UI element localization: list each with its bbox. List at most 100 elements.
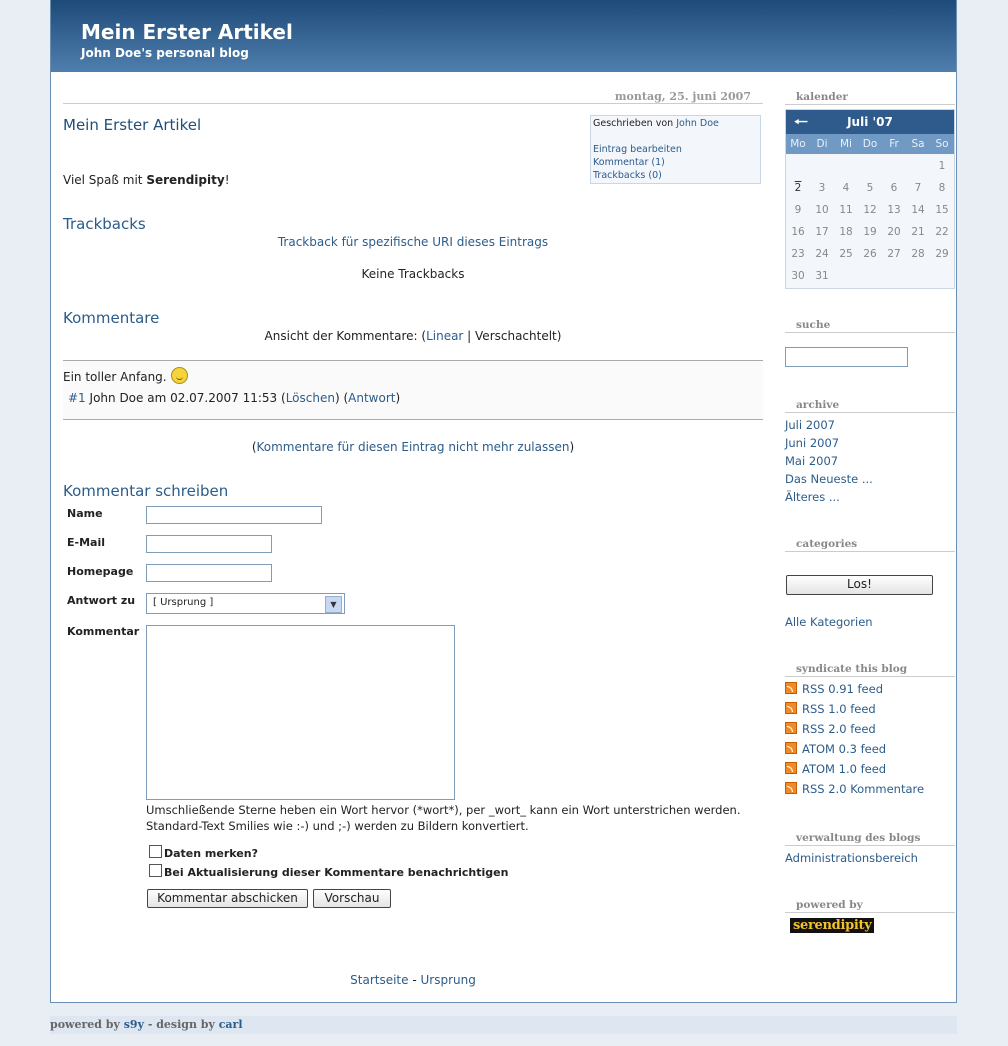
calendar-day[interactable]: 24: [810, 248, 834, 260]
feed-rss-20[interactable]: RSS 2.0 feed: [785, 722, 876, 736]
arrow-left-icon[interactable]: 🠐: [794, 110, 808, 134]
admin-area-link[interactable]: Administrationsbereich: [785, 851, 918, 865]
calendar-day[interactable]: 10: [810, 204, 834, 216]
write-comment-heading: Kommentar schreiben: [63, 482, 229, 500]
homepage-field[interactable]: [146, 564, 272, 582]
feed-atom-10[interactable]: ATOM 1.0 feed: [785, 762, 886, 776]
reply-comment-link[interactable]: Antwort: [348, 391, 395, 405]
author-link[interactable]: John Doe: [676, 118, 719, 129]
entry-meta-box: Geschrieben von John Doe Eintrag bearbei…: [590, 115, 761, 184]
archive-link-mai-2007[interactable]: Mai 2007: [785, 454, 838, 468]
serendipity-logo[interactable]: serendipity: [790, 918, 875, 933]
calendar-day[interactable]: 3: [810, 182, 834, 194]
calendar-day[interactable]: 23: [786, 248, 810, 260]
feed-rss-10[interactable]: RSS 1.0 feed: [785, 702, 876, 716]
calendar-day[interactable]: 17: [810, 226, 834, 238]
entry-title[interactable]: Mein Erster Artikel: [63, 116, 201, 134]
feed-atom-10-link[interactable]: ATOM 1.0 feed: [802, 762, 886, 776]
calendar-day[interactable]: 6: [882, 182, 906, 194]
calendar-day[interactable]: 18: [834, 226, 858, 238]
calendar-day[interactable]: 28: [906, 248, 930, 260]
reply-to-select[interactable]: [ Ursprung ] ▼: [146, 593, 345, 614]
disable-comments-link[interactable]: Kommentare für diesen Eintrag nicht mehr…: [257, 440, 570, 454]
comment-text-line: Ein toller Anfang.: [63, 367, 188, 384]
name-label: Name: [67, 507, 103, 520]
bottom-credits: powered by s9y - design by carl: [50, 1016, 957, 1034]
home-link[interactable]: Startseite: [350, 973, 408, 987]
feed-rss-comments-link[interactable]: RSS 2.0 Kommentare: [802, 782, 924, 796]
threaded-view-label: Verschachtelt: [475, 329, 557, 343]
reply-to-selected: [ Ursprung ]: [153, 597, 214, 608]
feed-rss-10-link[interactable]: RSS 1.0 feed: [802, 702, 876, 716]
calendar-day[interactable]: 22: [930, 226, 954, 238]
origin-link[interactable]: Ursprung: [420, 973, 475, 987]
s9y-link[interactable]: s9y: [124, 1018, 144, 1031]
calendar-dayname: Mi: [840, 138, 852, 150]
calendar-day[interactable]: 19: [858, 226, 882, 238]
archive-link-older[interactable]: Älteres ...: [785, 490, 840, 504]
feed-rss-091-link[interactable]: RSS 0.91 feed: [802, 682, 883, 696]
calendar-day[interactable]: 11: [834, 204, 858, 216]
site-title[interactable]: Mein Erster Artikel: [81, 20, 293, 44]
linear-view-link[interactable]: Linear: [426, 329, 463, 343]
calendar-day[interactable]: 15: [930, 204, 954, 216]
submit-comment-button[interactable]: Kommentar abschicken: [147, 889, 308, 908]
name-field[interactable]: [146, 506, 322, 524]
calendar-day[interactable]: 20: [882, 226, 906, 238]
remember-data-checkbox[interactable]: [149, 845, 162, 858]
trackback-count-link[interactable]: Trackbacks (0): [593, 170, 662, 181]
calendar-day[interactable]: 5: [858, 182, 882, 194]
feed-rss-20-link[interactable]: RSS 2.0 feed: [802, 722, 876, 736]
search-input[interactable]: [785, 347, 908, 367]
calendar-day[interactable]: 2: [786, 182, 810, 194]
calendar-day[interactable]: 21: [906, 226, 930, 238]
calendar-day[interactable]: 25: [834, 248, 858, 260]
categories-go-button[interactable]: Los!: [786, 575, 933, 595]
calendar-day[interactable]: 14: [906, 204, 930, 216]
preview-button[interactable]: Vorschau: [313, 889, 391, 908]
calendar-day[interactable]: 1: [930, 160, 954, 172]
carl-link[interactable]: carl: [219, 1018, 243, 1031]
calendar-day[interactable]: 8: [930, 182, 954, 194]
comments-heading: Kommentare: [63, 309, 160, 327]
trackback-uri-link[interactable]: Trackback für spezifische URI dieses Ein…: [278, 235, 548, 249]
delete-comment-link[interactable]: Löschen: [286, 391, 335, 405]
rss-feed-icon: [785, 762, 797, 774]
calendar-day[interactable]: 4: [834, 182, 858, 194]
archive-link-juli-2007[interactable]: Juli 2007: [785, 418, 835, 432]
feed-atom-03[interactable]: ATOM 0.3 feed: [785, 742, 886, 756]
calendar-dayname: Sa: [911, 138, 925, 150]
chevron-down-icon[interactable]: ▼: [325, 596, 342, 613]
calendar-day[interactable]: 12: [858, 204, 882, 216]
calendar-day[interactable]: 27: [882, 248, 906, 260]
written-by-label: Geschrieben von: [593, 118, 674, 129]
all-categories-link[interactable]: Alle Kategorien: [785, 615, 873, 629]
calendar-day[interactable]: 26: [858, 248, 882, 260]
calendar-day[interactable]: 31: [810, 270, 834, 282]
archive-link-newest[interactable]: Das Neueste ...: [785, 472, 873, 486]
calendar-day[interactable]: 7: [906, 182, 930, 194]
email-field[interactable]: [146, 535, 272, 553]
archive-link-juni-2007[interactable]: Juni 2007: [785, 436, 839, 450]
calendar-day[interactable]: 29: [930, 248, 954, 260]
calendar-day[interactable]: 30: [786, 270, 810, 282]
calendar-day[interactable]: 9: [786, 204, 810, 216]
feed-rss-091[interactable]: RSS 0.91 feed: [785, 682, 883, 696]
comment-view-suffix: ): [556, 329, 562, 343]
comment-count-link[interactable]: Kommentar (1): [593, 157, 665, 168]
calendar-day[interactable]: 16: [786, 226, 810, 238]
footer-separator: -: [408, 973, 421, 987]
feed-rss-comments[interactable]: RSS 2.0 Kommentare: [785, 782, 924, 796]
calendar-day[interactable]: 13: [882, 204, 906, 216]
trackbacks-heading: Trackbacks: [63, 215, 146, 233]
comment-permalink[interactable]: #1: [68, 391, 86, 405]
edit-entry-link[interactable]: Eintrag bearbeiten: [593, 144, 682, 155]
feed-atom-03-link[interactable]: ATOM 0.3 feed: [802, 742, 886, 756]
notify-checkbox[interactable]: [149, 864, 162, 877]
comment-textarea[interactable]: [146, 625, 455, 800]
homepage-label: Homepage: [67, 565, 134, 578]
powered-by-heading: powered by: [785, 900, 955, 913]
calendar-dayname: Do: [862, 138, 878, 150]
comment-text: Ein toller Anfang.: [63, 370, 167, 384]
calendar-heading: kalender: [785, 92, 955, 105]
